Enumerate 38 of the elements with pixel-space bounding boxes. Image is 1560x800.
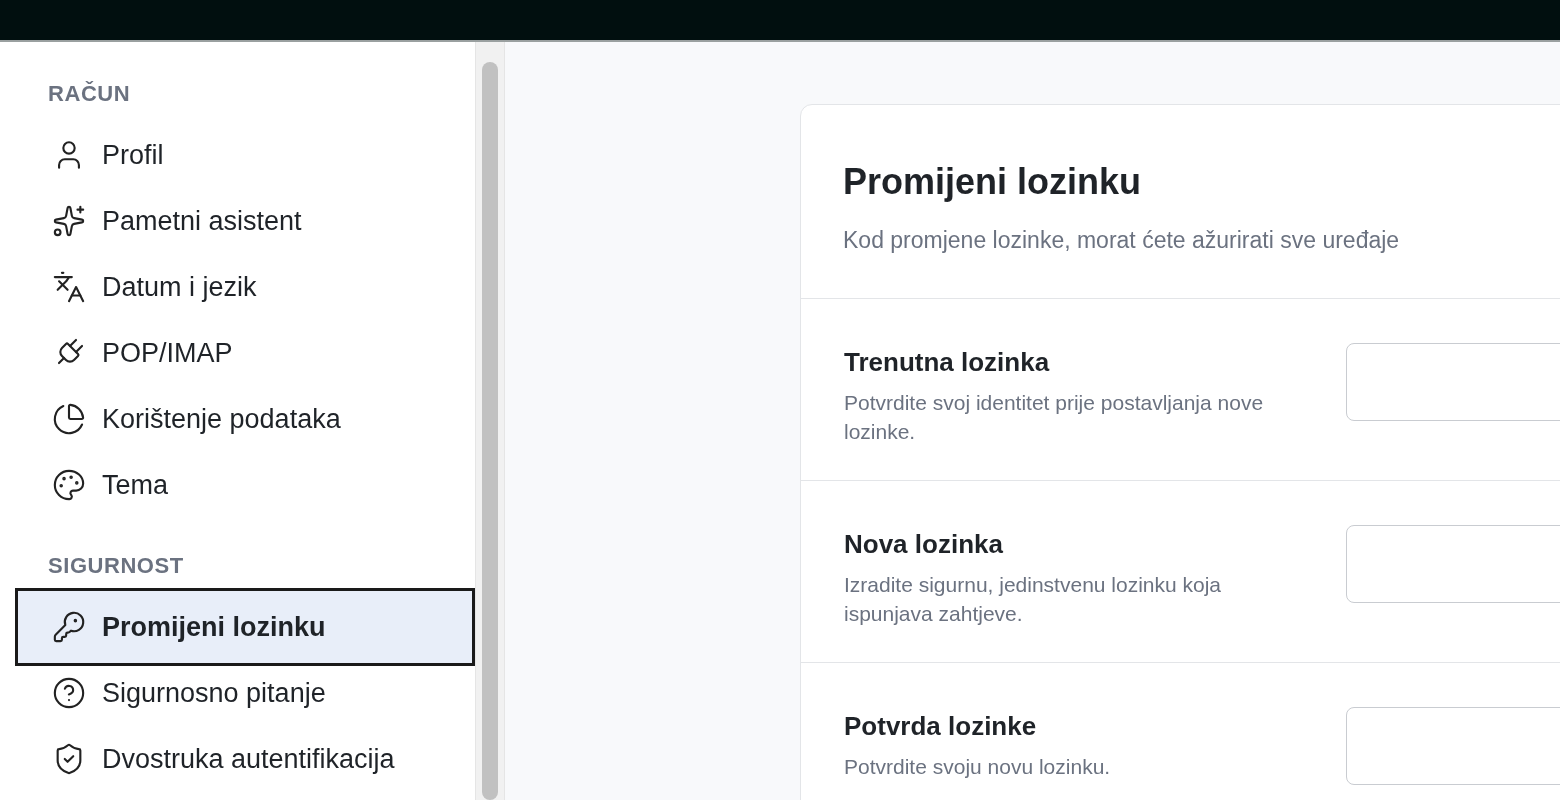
help-icon xyxy=(52,676,86,710)
field-description: Izradite sigurnu, jedinstvenu lozinku koja ispunjava zahtjeve. xyxy=(844,571,1223,627)
item-label: Korištenje podataka xyxy=(102,402,341,436)
key-icon xyxy=(52,610,86,644)
sidebar-item[interactable]: Korištenje podataka xyxy=(18,386,472,452)
card-title: Promijeni lozinku xyxy=(843,160,1143,204)
palette-icon xyxy=(52,468,86,502)
sidebar-item[interactable]: Tema xyxy=(18,452,472,518)
password-field[interactable] xyxy=(1346,524,1560,603)
scrollbar-thumb[interactable] xyxy=(482,62,498,800)
item-label: Profil xyxy=(102,138,164,172)
field-description: Potvrdite svoju novu lozinku. xyxy=(844,753,1112,780)
field-label: Trenutna lozinka xyxy=(844,345,1051,379)
item-label: Tema xyxy=(102,468,169,502)
sidebar-item[interactable]: Profil xyxy=(18,122,472,188)
card-subtitle: Kod promjene lozinke, morat ćete ažurirati sve uređaje xyxy=(843,226,1401,255)
sidebar-item[interactable]: Dvostruka autentifikacija xyxy=(18,726,472,792)
pie-chart-icon xyxy=(52,402,86,436)
item-label: Datum i jezik xyxy=(102,270,257,304)
item-label: Sigurnosno pitanje xyxy=(102,676,326,710)
field-label: Potvrda lozinke xyxy=(844,709,1038,743)
password-field[interactable] xyxy=(1346,706,1560,785)
item-label: POP/IMAP xyxy=(102,336,233,370)
translate-icon xyxy=(52,270,86,304)
section-heading: RAČUN xyxy=(47,79,132,108)
sidebar-item[interactable]: Promijeni lozinku xyxy=(18,591,472,663)
section-heading: SIGURNOST xyxy=(47,551,185,580)
sidebar-item[interactable]: Pametni asistent xyxy=(18,188,472,254)
password-field[interactable] xyxy=(1346,342,1560,421)
sidebar-item[interactable]: Datum i jezik xyxy=(18,254,472,320)
item-label: Dvostruka autentifikacija xyxy=(102,742,395,776)
item-label: Promijeni lozinku xyxy=(102,610,326,644)
sparkle-icon xyxy=(52,204,86,238)
sidebar-item[interactable]: Sigurnosno pitanje xyxy=(18,660,472,726)
item-label: Pametni asistent xyxy=(102,204,302,238)
sidebar-item[interactable]: POP/IMAP xyxy=(18,320,472,386)
field-description: Potvrdite svoj identitet prije postavljanja nove lozinke. xyxy=(844,389,1265,445)
field-label: Nova lozinka xyxy=(844,527,1004,561)
